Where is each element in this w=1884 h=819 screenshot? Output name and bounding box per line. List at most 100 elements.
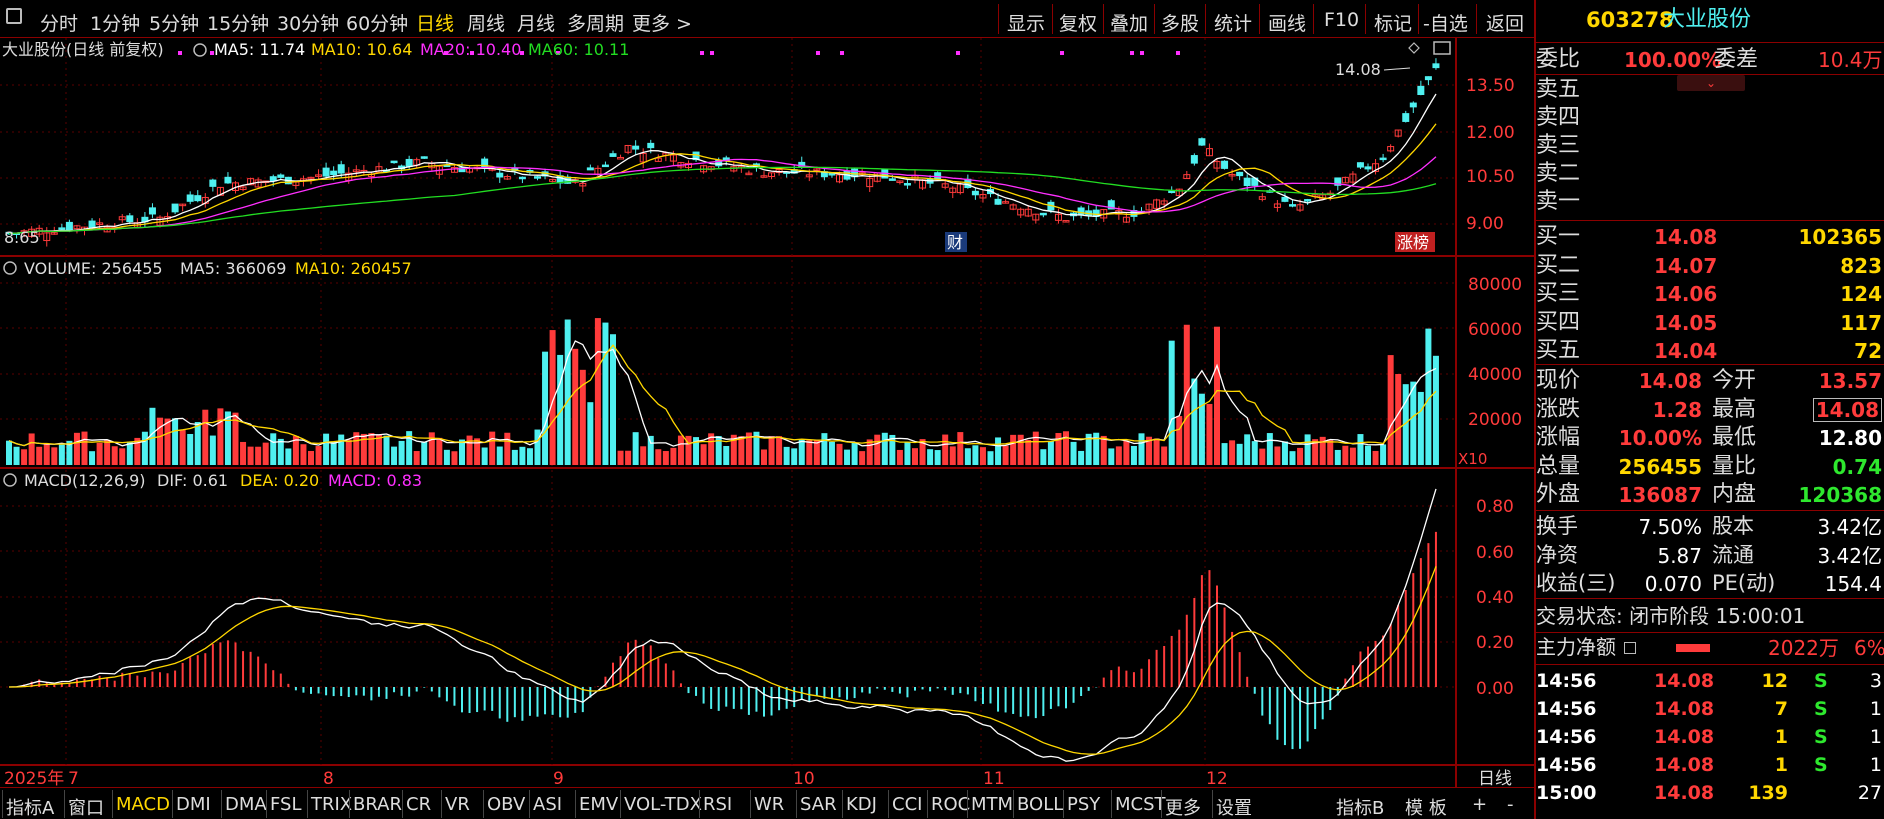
- tab-monthly[interactable]: 月线: [517, 9, 555, 36]
- pane-maximize-icon[interactable]: [1433, 41, 1451, 55]
- indicator-divider: [172, 790, 173, 818]
- fuquan-button[interactable]: 复权: [1059, 9, 1097, 36]
- tab-weekly[interactable]: 周线: [467, 9, 505, 36]
- toolbar-divider: [1103, 4, 1104, 34]
- indicator-tab-22[interactable]: PSY: [1067, 794, 1100, 815]
- indicator-tab-10[interactable]: OBV: [487, 794, 525, 815]
- sell-row[interactable]: 卖四: [1536, 104, 1884, 132]
- tab-multi-period[interactable]: 多周期: [567, 9, 624, 36]
- tab-fenshi[interactable]: 分时: [40, 9, 78, 36]
- indicator-tab-19[interactable]: ROC: [931, 794, 970, 815]
- fundamental-row: 换手 7.50% 股本 3.42亿: [1536, 513, 1884, 541]
- volume-bar: [972, 445, 979, 465]
- indicator-tab-23[interactable]: MCST: [1115, 794, 1166, 815]
- volume-bar: [217, 408, 224, 465]
- indicator-tab-18[interactable]: CCI: [892, 794, 922, 815]
- indicator-tab-20[interactable]: MTM: [971, 794, 1013, 815]
- indicator-tab-8[interactable]: CR: [406, 794, 431, 815]
- indicator-tab-4[interactable]: DMA: [225, 794, 267, 815]
- indicator-tab-24[interactable]: 更多: [1165, 794, 1201, 819]
- buy-row[interactable]: 买一 14.08 102365: [1536, 223, 1884, 251]
- indicator-right-0[interactable]: 指标B: [1336, 794, 1384, 819]
- candle-body: [65, 221, 73, 232]
- candle-body: [601, 164, 609, 168]
- indicator-tab-11[interactable]: ASI: [533, 794, 562, 815]
- indicator-tab-12[interactable]: EMV: [579, 794, 618, 815]
- candle-body: [1364, 166, 1372, 170]
- tab-30min[interactable]: 30分钟: [277, 9, 339, 36]
- multi-stock-button[interactable]: 多股: [1161, 9, 1199, 36]
- buy-row[interactable]: 买五 14.04 72: [1536, 337, 1884, 365]
- draw-line-button[interactable]: 画线: [1268, 9, 1306, 36]
- indicator-tab-15[interactable]: WR: [754, 794, 784, 815]
- indicator-tab-0[interactable]: 指标A: [6, 794, 54, 819]
- finance-badge-label: 财: [947, 233, 963, 252]
- indicator-right-1[interactable]: 模 板: [1405, 794, 1447, 819]
- indicator-tab-17[interactable]: KDJ: [846, 794, 877, 815]
- volume-bar: [964, 448, 971, 465]
- indicator-right-2[interactable]: +: [1472, 794, 1487, 815]
- collapse-icon[interactable]: [3, 261, 17, 275]
- indicator-tab-7[interactable]: BRAR: [353, 794, 402, 815]
- sell-row[interactable]: 卖二: [1536, 160, 1884, 188]
- kline-chart-area[interactable]: 13.50 12.00 10.50 9.00 80000 60000 40000…: [0, 38, 1534, 787]
- indicator-tab-5[interactable]: FSL: [270, 794, 302, 815]
- tick-price: 14.08: [1654, 670, 1715, 692]
- tick-count: 27: [1857, 782, 1882, 804]
- tab-60min[interactable]: 60分钟: [346, 9, 408, 36]
- buy-row[interactable]: 买二 14.07 823: [1536, 252, 1884, 280]
- buy-volume: 102365: [1798, 225, 1883, 249]
- main-net-icon[interactable]: [1624, 642, 1636, 654]
- overlay-button[interactable]: 叠加: [1110, 9, 1148, 36]
- diamond-icon[interactable]: [1408, 42, 1420, 54]
- indicator-tab-25[interactable]: 设置: [1216, 794, 1252, 819]
- collapse-icon[interactable]: [3, 473, 17, 487]
- window-icon[interactable]: [6, 8, 22, 24]
- stat-label: 涨幅: [1536, 425, 1581, 450]
- buy-row[interactable]: 买四 14.05 117: [1536, 309, 1884, 337]
- indicator-tab-14[interactable]: RSI: [703, 794, 732, 815]
- tab-more[interactable]: 更多 >: [632, 9, 692, 36]
- mark-button[interactable]: 标记: [1374, 9, 1412, 36]
- buy-price: 14.05: [1654, 310, 1718, 335]
- tick-volume: 7: [1774, 698, 1788, 720]
- volume-bar: [798, 439, 805, 465]
- signal-dot: [816, 51, 820, 55]
- indicator-tab-2[interactable]: MACD: [116, 794, 170, 815]
- indicator-tab-1[interactable]: 窗口: [68, 794, 104, 819]
- stock-name[interactable]: 大业股份: [1663, 9, 1751, 31]
- indicator-tab-16[interactable]: SAR: [800, 794, 837, 815]
- buy-row[interactable]: 买三 14.06 124: [1536, 280, 1884, 308]
- indicator-tab-9[interactable]: VR: [445, 794, 470, 815]
- stat-row: 总量 256455 量比 0.74: [1536, 453, 1884, 481]
- tab-1min[interactable]: 1分钟: [90, 9, 140, 36]
- collapse-icon[interactable]: [193, 43, 207, 57]
- indicator-tab-3[interactable]: DMI: [176, 794, 211, 815]
- tab-15min[interactable]: 15分钟: [207, 9, 269, 36]
- indicator-divider: [483, 790, 484, 818]
- sell-row[interactable]: 卖五: [1536, 76, 1884, 104]
- stats-button[interactable]: 统计: [1214, 9, 1252, 36]
- indicator-tab-13[interactable]: VOL-TDX: [624, 794, 702, 815]
- volume-bar: [1017, 434, 1024, 465]
- volume-bar: [1206, 403, 1213, 465]
- volume-bar: [1297, 447, 1304, 465]
- indicator-divider: [1111, 790, 1112, 818]
- tab-daily[interactable]: 日线: [416, 9, 454, 36]
- date-month-label: 12: [1206, 769, 1228, 787]
- volume-bar: [1229, 440, 1236, 465]
- volume-bar: [247, 446, 254, 465]
- indicator-tab-21[interactable]: BOLL: [1017, 794, 1063, 815]
- indicator-tab-6[interactable]: TRIX: [311, 794, 352, 815]
- remove-watchlist-button[interactable]: -自选: [1423, 9, 1468, 36]
- tick-side: S: [1814, 698, 1828, 720]
- indicator-right-3[interactable]: -: [1507, 794, 1514, 815]
- display-button[interactable]: 显示: [1007, 9, 1045, 36]
- tab-5min[interactable]: 5分钟: [149, 9, 199, 36]
- candle-body: [647, 142, 655, 149]
- back-button[interactable]: 返回: [1486, 9, 1524, 36]
- sell-row[interactable]: 卖三: [1536, 132, 1884, 160]
- stat-label: 内盘: [1712, 482, 1757, 507]
- sell-row[interactable]: 卖一: [1536, 188, 1884, 216]
- f10-button[interactable]: F10: [1324, 9, 1359, 31]
